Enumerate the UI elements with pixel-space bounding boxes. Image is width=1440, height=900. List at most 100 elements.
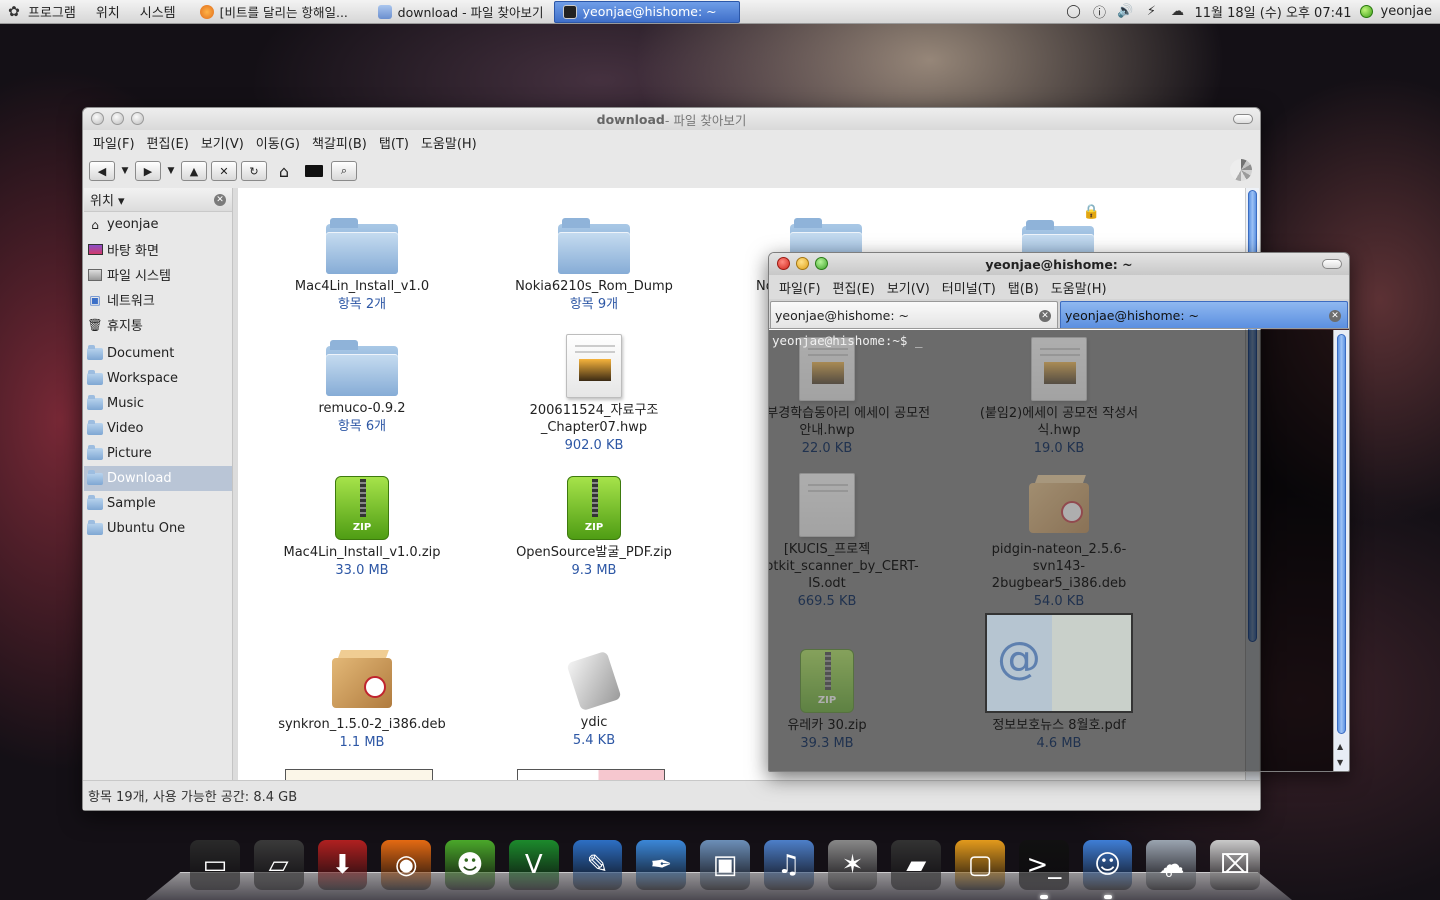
sidebar-close-button[interactable]: ✕ xyxy=(214,194,226,206)
home-button[interactable]: ⌂ xyxy=(271,161,297,181)
back-history-dropdown[interactable]: ▼ xyxy=(119,161,131,181)
menu-tabs[interactable]: 탭(T) xyxy=(373,133,415,152)
sidebar-item-picture[interactable]: Picture xyxy=(84,441,232,466)
sidebar-item-desktop[interactable]: 바탕 화면 xyxy=(84,237,232,262)
menu-view[interactable]: 보기(V) xyxy=(195,133,250,152)
music-player-icon[interactable]: ♫ xyxy=(763,840,814,890)
network-icon[interactable]: ⚡ xyxy=(1143,3,1161,21)
menu-help[interactable]: 도움말(H) xyxy=(1045,278,1113,297)
firefox-icon[interactable]: ◉ xyxy=(381,840,432,890)
vertical-scrollbar[interactable]: ▲ ▼ xyxy=(1333,330,1349,771)
chat-icon[interactable]: ◯ xyxy=(1065,3,1083,21)
file-item[interactable]: remuco-0.9.2 항목 6개 xyxy=(246,340,478,436)
file-item[interactable]: Mac4Lin_Install_v1.0 항목 2개 xyxy=(246,218,478,314)
menu-terminal[interactable]: 터미널(T) xyxy=(936,278,1002,297)
toolbar-toggle-button[interactable] xyxy=(1233,114,1253,124)
back-button[interactable]: ◀ xyxy=(89,161,115,181)
sidebar-item-video[interactable]: Video xyxy=(84,416,232,441)
pidgin-icon[interactable]: ☻ xyxy=(445,840,495,890)
minimize-button[interactable] xyxy=(111,112,124,125)
maximize-button[interactable] xyxy=(131,112,144,125)
monitor-icon[interactable]: ▭ xyxy=(190,840,240,890)
photo-viewer-icon[interactable]: ▣ xyxy=(700,840,750,890)
menu-bookmarks[interactable]: 책갈피(B) xyxy=(306,133,373,152)
downloader-icon[interactable]: ⬇ xyxy=(317,840,368,890)
terminal-tab[interactable]: yeonjae@hishome: ~ ✕ xyxy=(1060,301,1348,328)
terminal-icon[interactable]: >_ xyxy=(1018,840,1069,899)
volume-icon[interactable]: 🔊 xyxy=(1117,3,1135,21)
forward-button[interactable]: ▶ xyxy=(135,161,161,181)
taskbar-item-terminal[interactable]: yeonjae@hishome: ~ xyxy=(553,0,740,23)
virtualbox-icon[interactable]: ▢ xyxy=(955,840,1005,890)
menu-file[interactable]: 파일(F) xyxy=(773,278,827,297)
menu-edit[interactable]: 편집(E) xyxy=(141,133,195,152)
sidebar-item-document[interactable]: Document xyxy=(84,341,232,366)
sidebar-item-music[interactable]: Music xyxy=(84,391,232,416)
forward-history-dropdown[interactable]: ▼ xyxy=(165,161,177,181)
terminal-tab[interactable]: yeonjae@hishome: ~ ✕ xyxy=(770,301,1058,328)
file-meta: 33.0 MB xyxy=(335,563,389,578)
close-button[interactable] xyxy=(91,112,104,125)
writer-icon[interactable]: ✎ xyxy=(572,840,623,890)
weather-icon[interactable]: ☁ xyxy=(1146,840,1197,890)
menu-places[interactable]: 위치 xyxy=(86,0,130,24)
file-item[interactable]: ZIP Mac4Lin_Install_v1.0.zip 33.0 MB xyxy=(246,476,478,580)
window-titlebar[interactable]: yeonjae@hishome: ~ xyxy=(769,253,1349,275)
vim-icon[interactable]: V xyxy=(508,840,559,890)
file-name: Mac4Lin_Install_v1.0.zip xyxy=(283,545,441,560)
scroll-down-arrow-icon[interactable]: ▼ xyxy=(1337,758,1343,767)
reload-button[interactable]: ↻ xyxy=(241,161,267,181)
taskbar-item-firefox[interactable]: [비트를 달리는 항해일... xyxy=(192,1,370,23)
close-tab-icon[interactable]: ✕ xyxy=(1329,310,1341,322)
minimize-button[interactable] xyxy=(796,257,809,270)
user-name[interactable]: yeonjae xyxy=(1381,4,1432,19)
scanner-flatbed-icon[interactable]: ▰ xyxy=(891,840,942,890)
sidebar-item-workspace[interactable]: Workspace xyxy=(84,366,232,391)
menu-tabs[interactable]: 탭(B) xyxy=(1002,278,1045,297)
scanner-icon[interactable]: ▱ xyxy=(253,840,304,890)
clock[interactable]: 11월 18일 (수) 오후 07:41 xyxy=(1195,2,1352,21)
file-item[interactable]: Nokia6210s_Rom_Dump 항목 9개 xyxy=(478,218,710,314)
sidebar-item-trash[interactable]: 🗑 휴지통 xyxy=(84,312,232,337)
script-icon xyxy=(565,650,623,712)
computer-button[interactable] xyxy=(301,161,327,181)
search-button[interactable]: ⌕ xyxy=(331,161,357,181)
up-button[interactable]: ▲ xyxy=(181,161,207,181)
sidebar-item-home[interactable]: ⌂ yeonjae xyxy=(84,212,232,237)
menu-view[interactable]: 보기(V) xyxy=(881,278,936,297)
sidebar-item-filesystem[interactable]: 파일 시스템 xyxy=(84,262,232,287)
menu-edit[interactable]: 편집(E) xyxy=(827,278,881,297)
alert-icon[interactable]: ⓘ xyxy=(1091,3,1109,21)
menu-system[interactable]: 시스템 xyxy=(130,0,186,24)
file-item[interactable]: ydic 5.4 KB xyxy=(478,650,710,750)
menu-applications[interactable]: 프로그램 xyxy=(18,0,86,24)
weather-tray-icon[interactable]: ☁ xyxy=(1169,3,1187,21)
close-button[interactable] xyxy=(777,257,790,270)
menu-help[interactable]: 도움말(H) xyxy=(415,133,483,152)
sidebar-item-ubuntu-one[interactable]: Ubuntu One xyxy=(84,516,232,541)
stop-button[interactable]: ✕ xyxy=(211,161,237,181)
file-item[interactable]: 200611524_자료구조_Chapter07.hwp 902.0 KB xyxy=(478,334,710,455)
file-item[interactable]: synkron_1.5.0-2_i386.deb 1.1 MB xyxy=(246,648,478,752)
scroll-up-arrow-icon[interactable]: ▲ xyxy=(1337,742,1343,751)
sidebar-type-dropdown[interactable]: 위치 ▾ xyxy=(90,190,125,209)
scrollbar-thumb[interactable] xyxy=(1337,334,1346,734)
maximize-button[interactable] xyxy=(815,257,828,270)
sidebar-item-label: Document xyxy=(107,346,175,361)
file-item[interactable]: ZIP OpenSource발굴_PDF.zip 9.3 MB xyxy=(478,476,710,580)
window-titlebar[interactable]: download - 파일 찾아보기 xyxy=(83,108,1260,130)
video-editor-icon[interactable]: ✶ xyxy=(827,840,878,890)
sidebar-item-sample[interactable]: Sample xyxy=(84,491,232,516)
file-meta: 39.3 MB xyxy=(800,736,854,751)
trash-icon[interactable]: ⌧ xyxy=(1210,840,1261,890)
quill-icon[interactable]: ✒ xyxy=(636,840,687,890)
close-tab-icon[interactable]: ✕ xyxy=(1039,310,1051,322)
finder-icon[interactable]: ☺ xyxy=(1082,840,1133,899)
toolbar-toggle-button[interactable] xyxy=(1322,259,1342,269)
sidebar-item-network[interactable]: ▣ 네트워크 xyxy=(84,287,232,312)
sidebar-item-download[interactable]: Download xyxy=(84,466,232,491)
file-name: ydic xyxy=(580,715,608,730)
taskbar-item-file-browser[interactable]: download - 파일 찾아보기 xyxy=(370,1,554,23)
menu-go[interactable]: 이동(G) xyxy=(250,133,306,152)
menu-file[interactable]: 파일(F) xyxy=(87,133,141,152)
